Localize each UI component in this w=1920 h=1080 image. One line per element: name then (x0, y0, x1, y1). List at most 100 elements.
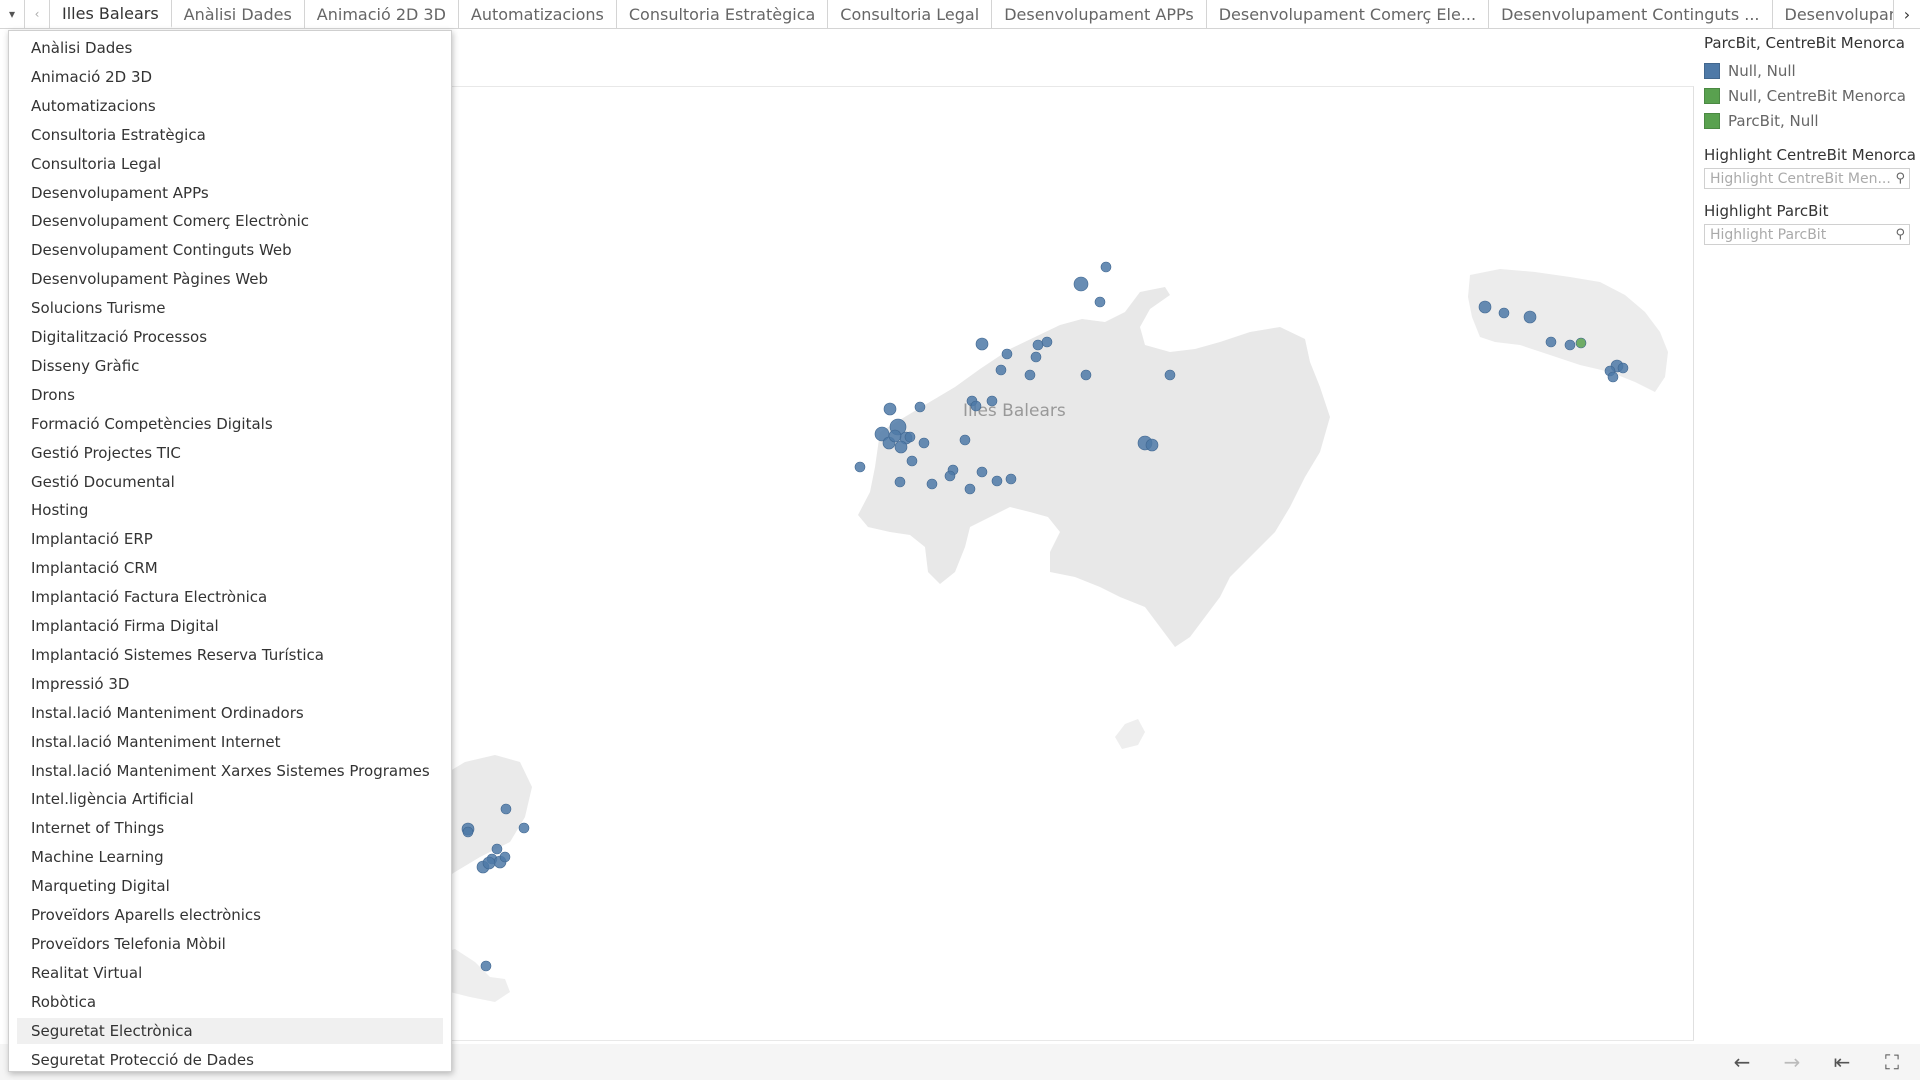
dropdown-item[interactable]: Machine Learning (17, 844, 443, 870)
map-point[interactable] (1094, 296, 1106, 308)
map-point[interactable] (1164, 369, 1176, 381)
dropdown-item[interactable]: Instal.lació Manteniment Ordinadors (17, 700, 443, 726)
dropdown-item[interactable]: Internet of Things (17, 815, 443, 841)
map-point[interactable] (914, 401, 926, 413)
map-point[interactable] (854, 461, 866, 473)
map-point[interactable] (1030, 351, 1042, 363)
dropdown-item[interactable]: Animació 2D 3D (17, 64, 443, 90)
dropdown-item[interactable]: Automatizacions (17, 93, 443, 119)
tab-consultoria-estrategica[interactable]: Consultoria Estratègica (617, 0, 829, 28)
map-point[interactable] (499, 851, 511, 863)
legend-item[interactable]: ParcBit, Null (1704, 108, 1916, 133)
dropdown-item[interactable]: Drons (17, 382, 443, 408)
dropdown-item[interactable]: Anàlisi Dades (17, 35, 443, 61)
map-point[interactable] (1575, 337, 1587, 349)
tab-desenvolupament-comerc[interactable]: Desenvolupament Comerç Ele... (1207, 0, 1490, 28)
dropdown-item[interactable]: Seguretat Electrònica (17, 1017, 443, 1044)
map-point[interactable] (1564, 339, 1576, 351)
dropdown-item[interactable]: Desenvolupament APPs (17, 180, 443, 206)
dropdown-item[interactable]: Desenvolupament Continguts Web (17, 237, 443, 263)
map-point[interactable] (894, 476, 906, 488)
tab-desenvolupament-apps[interactable]: Desenvolupament APPs (992, 0, 1207, 28)
dropdown-item[interactable]: Impressió 3D (17, 671, 443, 697)
revert-icon[interactable]: ⇤ (1828, 1050, 1856, 1074)
map-point[interactable] (1100, 261, 1112, 273)
map-point[interactable] (986, 395, 998, 407)
dropdown-item[interactable]: Proveïdors Aparells electrònics (17, 902, 443, 928)
dropdown-item[interactable]: Implantació Factura Electrònica (17, 584, 443, 610)
dropdown-item[interactable]: Gestió Projectes TIC (17, 440, 443, 466)
map-point[interactable] (1024, 369, 1036, 381)
dropdown-item[interactable]: Instal.lació Manteniment Internet (17, 729, 443, 755)
tab-automatizacions[interactable]: Automatizacions (459, 0, 617, 28)
dropdown-item[interactable]: Implantació CRM (17, 555, 443, 581)
dropdown-item[interactable]: Proveïdors Telefonia Mòbil (17, 931, 443, 957)
map-point[interactable] (1005, 473, 1017, 485)
map-point[interactable] (1145, 438, 1159, 452)
dropdown-item[interactable]: Implantació ERP (17, 526, 443, 552)
map-point[interactable] (1617, 362, 1629, 374)
map-point[interactable] (888, 429, 902, 443)
map-point[interactable] (1073, 276, 1089, 292)
dropdown-item[interactable]: Gestió Documental (17, 469, 443, 495)
map-view[interactable]: Illes Balears (370, 86, 1694, 1041)
map-point[interactable] (1001, 348, 1013, 360)
map-point[interactable] (1545, 336, 1557, 348)
dropdown-item[interactable]: Disseny Gràfic (17, 353, 443, 379)
dropdown-item[interactable]: Desenvolupament Pàgines Web (17, 266, 443, 292)
dropdown-item[interactable]: Consultoria Estratègica (17, 122, 443, 148)
map-point[interactable] (1041, 336, 1053, 348)
map-point[interactable] (906, 455, 918, 467)
legend-item[interactable]: Null, Null (1704, 58, 1916, 83)
tab-analisi-dades[interactable]: Anàlisi Dades (172, 0, 305, 28)
tab-desenvolupament-continguts[interactable]: Desenvolupament Continguts ... (1489, 0, 1773, 28)
map-point[interactable] (944, 470, 956, 482)
map-point[interactable] (883, 402, 897, 416)
map-point[interactable] (1523, 310, 1537, 324)
dropdown-item[interactable]: Consultoria Legal (17, 151, 443, 177)
map-point[interactable] (518, 822, 530, 834)
map-point[interactable] (894, 440, 908, 454)
map-point[interactable] (491, 843, 503, 855)
tab-consultoria-legal[interactable]: Consultoria Legal (828, 0, 993, 28)
highlight-parcbit-input[interactable]: Highlight ParcBit ⚲ (1704, 224, 1910, 245)
dropdown-item[interactable]: Desenvolupament Comerç Electrònic (17, 208, 443, 234)
map-point[interactable] (462, 826, 474, 838)
map-point[interactable] (991, 475, 1003, 487)
dropdown-item[interactable]: Formació Competències Digitals (17, 411, 443, 437)
map-point[interactable] (1607, 371, 1619, 383)
map-point[interactable] (1498, 307, 1510, 319)
map-point[interactable] (995, 364, 1007, 376)
dropdown-item[interactable]: Digitalització Processos (17, 324, 443, 350)
dropdown-item[interactable]: Instal.lació Manteniment Xarxes Sistemes… (17, 758, 443, 784)
dropdown-item[interactable]: Robòtica (17, 989, 443, 1015)
dropdown-item[interactable]: Seguretat Protecció de Dades (17, 1047, 443, 1073)
dropdown-item[interactable]: Marqueting Digital (17, 873, 443, 899)
map-point[interactable] (1032, 339, 1044, 351)
tab-illes-balears[interactable]: Illes Balears (50, 0, 172, 28)
chevron-right-icon[interactable]: › (1893, 0, 1920, 28)
dropdown-item[interactable]: Hosting (17, 497, 443, 523)
map-point[interactable] (480, 960, 492, 972)
map-point[interactable] (976, 466, 988, 478)
map-point[interactable] (482, 856, 496, 870)
map-point[interactable] (926, 478, 938, 490)
highlight-centrebit-input[interactable]: Highlight CentreBit Men... ⚲ (1704, 168, 1910, 189)
map-point[interactable] (500, 803, 512, 815)
map-point[interactable] (918, 437, 930, 449)
arrow-right-icon[interactable]: → (1778, 1050, 1806, 1074)
chevron-down-icon[interactable]: ▾ (0, 0, 25, 28)
dropdown-item[interactable]: Implantació Sistemes Reserva Turística (17, 642, 443, 668)
map-point[interactable] (970, 400, 982, 412)
map-point[interactable] (975, 337, 989, 351)
fullscreen-icon[interactable]: ⛶ (1878, 1050, 1906, 1074)
map-point[interactable] (959, 434, 971, 446)
map-point[interactable] (964, 483, 976, 495)
dropdown-item[interactable]: Intel.ligència Artificial (17, 786, 443, 812)
dropdown-item[interactable]: Solucions Turisme (17, 295, 443, 321)
chevron-left-icon[interactable]: ‹ (25, 0, 50, 28)
map-point[interactable] (904, 431, 916, 443)
arrow-left-icon[interactable]: ← (1728, 1050, 1756, 1074)
tab-animacio[interactable]: Animació 2D 3D (305, 0, 459, 28)
legend-item[interactable]: Null, CentreBit Menorca (1704, 83, 1916, 108)
